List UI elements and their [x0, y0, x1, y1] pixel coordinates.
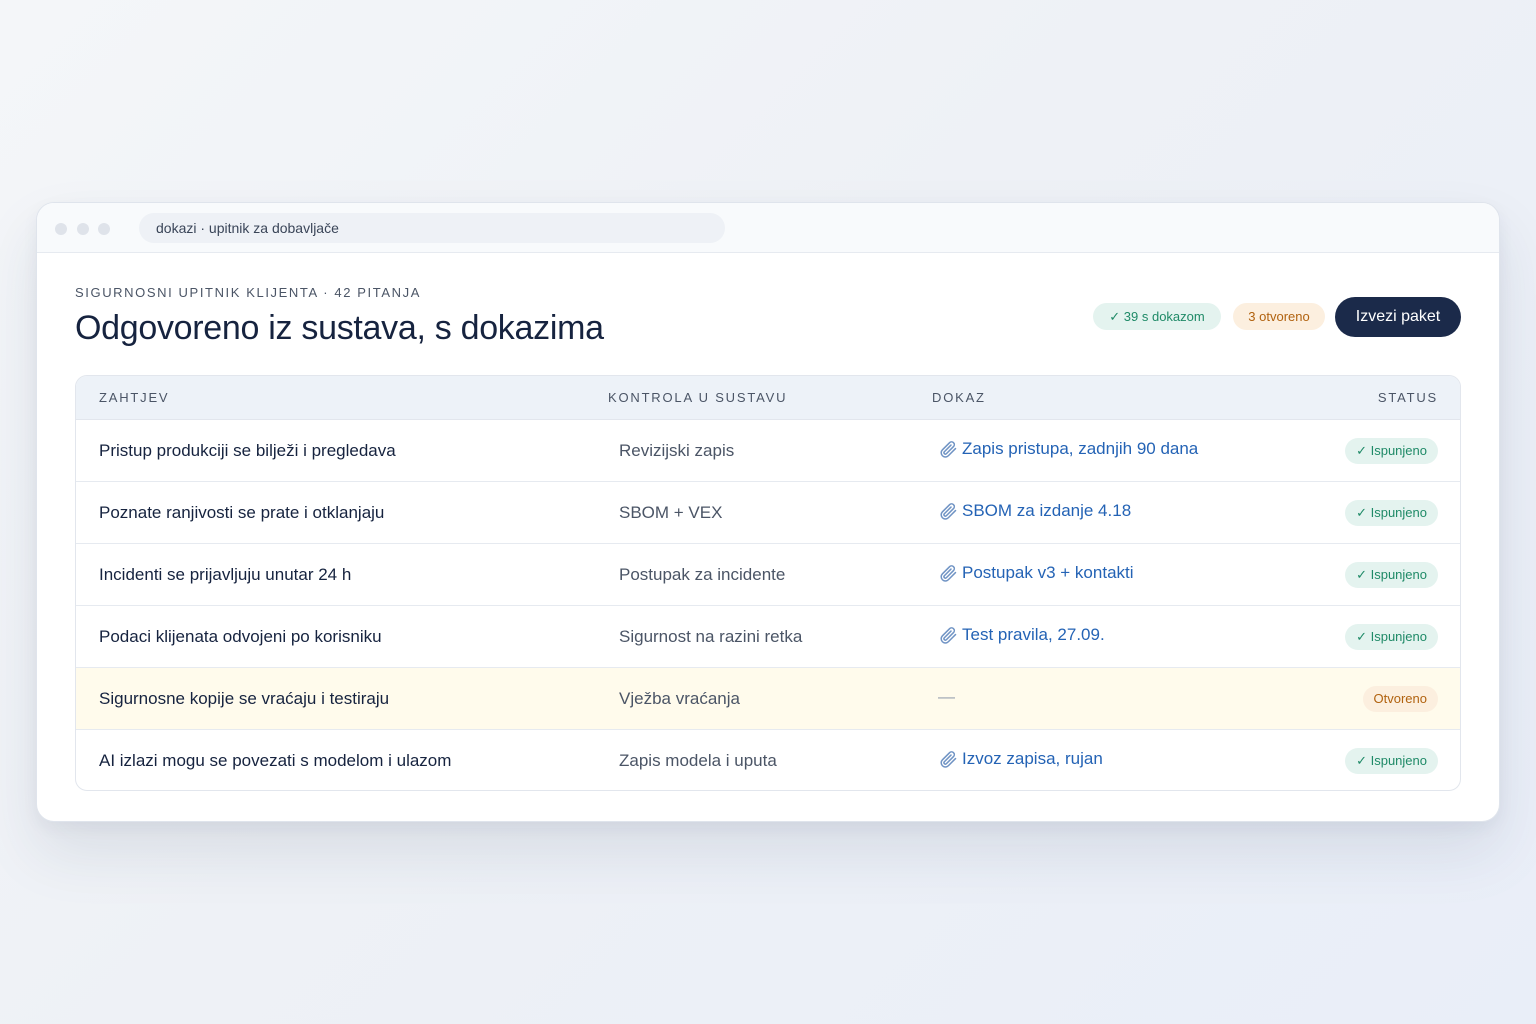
- window-titlebar: dokazi · upitnik za dobavljače: [37, 203, 1499, 253]
- evidence-link-label: SBOM za izdanje 4.18: [962, 501, 1132, 520]
- evidence-count-chip: ✓ 39 s dokazom: [1093, 303, 1221, 330]
- control-cell: Postupak za incidente: [619, 565, 786, 584]
- control-cell: SBOM + VEX: [619, 503, 723, 522]
- status-badge: ✓ Ispunjeno: [1345, 624, 1438, 650]
- paperclip-icon: [940, 565, 957, 582]
- requirement-cell: Sigurnosne kopije se vraćaju i testiraju: [99, 689, 390, 708]
- evidence-link-label: Postupak v3 + kontakti: [962, 563, 1134, 582]
- column-header-control[interactable]: KONTROLA U SUSTAVU: [608, 390, 787, 405]
- table-row[interactable]: Poznate ranjivosti se prate i otklanjaju…: [76, 482, 1460, 544]
- status-badge: ✓ Ispunjeno: [1345, 562, 1438, 588]
- column-header-status[interactable]: STATUS: [1378, 390, 1438, 405]
- requirement-cell: Poznate ranjivosti se prate i otklanjaju: [99, 503, 385, 522]
- paperclip-icon: [940, 441, 957, 458]
- paperclip-icon: [940, 627, 957, 644]
- evidence-link[interactable]: Zapis pristupa, zadnjih 90 dana: [938, 439, 1198, 459]
- paperclip-icon: [940, 751, 957, 768]
- window-maximize-dot[interactable]: [98, 223, 110, 235]
- table-row[interactable]: Pristup produkciji se bilježi i pregleda…: [76, 420, 1460, 482]
- evidence-link-label: Test pravila, 27.09.: [962, 625, 1105, 644]
- requirement-cell: AI izlazi mogu se povezati s modelom i u…: [99, 751, 452, 770]
- control-cell: Revizijski zapis: [619, 441, 735, 460]
- window-minimize-dot[interactable]: [77, 223, 89, 235]
- evidence-link-label: Izvoz zapisa, rujan: [962, 749, 1103, 768]
- status-badge: ✓ Ispunjeno: [1345, 500, 1438, 526]
- open-count-chip: 3 otvoreno: [1233, 303, 1325, 330]
- table-header: ZAHTJEV KONTROLA U SUSTAVU DOKAZ STATUS: [76, 376, 1460, 420]
- page-eyebrow: SIGURNOSNI UPITNIK KLIJENTA · 42 PITANJA: [75, 285, 421, 300]
- status-badge: ✓ Ispunjeno: [1345, 438, 1438, 464]
- control-cell: Vježba vraćanja: [619, 689, 740, 708]
- paperclip-icon: [940, 503, 957, 520]
- table-row-open[interactable]: Sigurnosne kopije se vraćaju i testiraju…: [76, 668, 1460, 730]
- column-header-evidence[interactable]: DOKAZ: [932, 390, 986, 405]
- requirement-cell: Incidenti se prijavljuju unutar 24 h: [99, 565, 352, 584]
- page-title: Odgovoreno iz sustava, s dokazima: [75, 309, 604, 347]
- evidence-link[interactable]: Postupak v3 + kontakti: [938, 563, 1134, 583]
- table-row[interactable]: Podaci klijenata odvojeni po korisniku S…: [76, 606, 1460, 668]
- evidence-link[interactable]: SBOM za izdanje 4.18: [938, 501, 1131, 521]
- questionnaire-table: ZAHTJEV KONTROLA U SUSTAVU DOKAZ STATUS …: [75, 375, 1461, 791]
- evidence-link-label: Zapis pristupa, zadnjih 90 dana: [962, 439, 1199, 458]
- evidence-link[interactable]: Test pravila, 27.09.: [938, 625, 1105, 645]
- address-bar[interactable]: dokazi · upitnik za dobavljače: [139, 213, 725, 243]
- evidence-link[interactable]: Izvoz zapisa, rujan: [938, 749, 1103, 769]
- control-cell: Zapis modela i uputa: [619, 751, 777, 770]
- window-close-dot[interactable]: [55, 223, 67, 235]
- requirement-cell: Pristup produkciji se bilježi i pregleda…: [99, 441, 396, 460]
- status-badge: Otvoreno: [1362, 686, 1438, 712]
- evidence-empty: —: [938, 687, 955, 706]
- status-badge: ✓ Ispunjeno: [1345, 748, 1438, 774]
- app-window: dokazi · upitnik za dobavljače SIGURNOSN…: [36, 202, 1500, 822]
- export-package-button[interactable]: Izvezi paket: [1335, 297, 1461, 337]
- table-row[interactable]: Incidenti se prijavljuju unutar 24 h Pos…: [76, 544, 1460, 606]
- column-header-requirement[interactable]: ZAHTJEV: [99, 390, 169, 405]
- requirement-cell: Podaci klijenata odvojeni po korisniku: [99, 627, 382, 646]
- control-cell: Sigurnost na razini retka: [619, 627, 803, 646]
- table-row[interactable]: AI izlazi mogu se povezati s modelom i u…: [76, 730, 1460, 790]
